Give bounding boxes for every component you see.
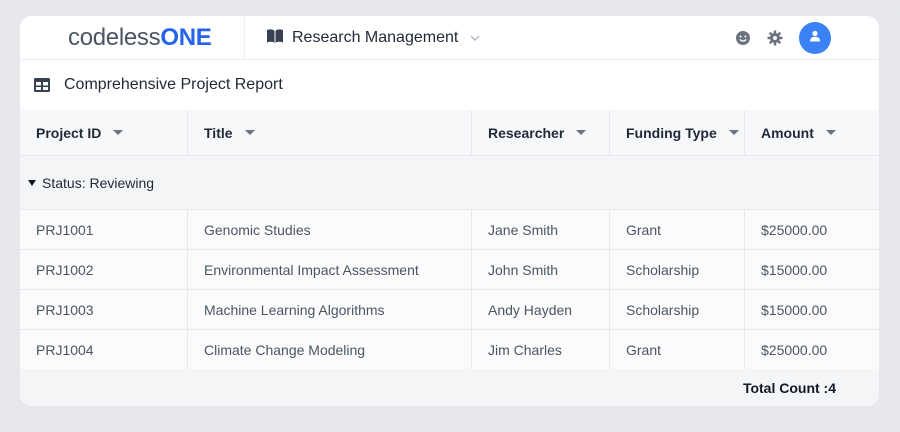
column-header-project-id[interactable]: Project ID — [20, 110, 188, 155]
cell-title: Genomic Studies — [188, 210, 472, 249]
emoji-icon[interactable] — [734, 29, 752, 47]
total-count: Total Count :4 — [742, 380, 836, 396]
cell-title: Environmental Impact Assessment — [188, 250, 472, 289]
logo-text-part1: codeless — [68, 24, 161, 51]
column-label: Amount — [761, 124, 814, 141]
report-title: Comprehensive Project Report — [64, 76, 283, 93]
cell-project-id: PRJ1002 — [20, 250, 188, 289]
table-row[interactable]: PRJ1001 Genomic Studies Jane Smith Grant… — [20, 210, 879, 250]
user-avatar[interactable] — [799, 22, 831, 54]
sort-caret-icon — [728, 130, 739, 135]
cell-researcher: Jane Smith — [472, 210, 610, 249]
column-label: Project ID — [36, 124, 102, 141]
column-label: Funding Type — [626, 124, 717, 141]
column-header-researcher[interactable]: Researcher — [472, 110, 610, 155]
table-icon — [34, 78, 50, 97]
app-name: Research Management — [292, 29, 459, 46]
app-card: codelessONE Research Management Comprehe… — [20, 16, 879, 406]
logo-text-part2: ONE — [160, 24, 212, 51]
table-header-row: Project ID Title Researcher Funding Type… — [20, 110, 879, 156]
cell-project-id: PRJ1004 — [20, 330, 188, 369]
table-row[interactable]: PRJ1003 Machine Learning Algorithms Andy… — [20, 290, 879, 330]
cell-funding-type: Scholarship — [610, 290, 745, 329]
sort-caret-icon — [576, 130, 587, 135]
cell-researcher: Andy Hayden — [472, 290, 610, 329]
book-icon — [266, 28, 284, 49]
column-label: Researcher — [488, 124, 565, 141]
column-header-funding-type[interactable]: Funding Type — [610, 110, 745, 155]
cell-researcher: John Smith — [472, 250, 610, 289]
sort-caret-icon — [244, 130, 255, 135]
report-header: Comprehensive Project Report — [20, 60, 879, 110]
table-footer: Total Count :4 — [20, 369, 879, 406]
cell-researcher: Jim Charles — [472, 330, 610, 369]
header-divider — [244, 16, 245, 60]
cell-funding-type: Grant — [610, 210, 745, 249]
gear-icon[interactable] — [766, 29, 784, 47]
cell-project-id: PRJ1003 — [20, 290, 188, 329]
table-row[interactable]: PRJ1002 Environmental Impact Assessment … — [20, 250, 879, 290]
cell-project-id: PRJ1001 — [20, 210, 188, 249]
collapse-triangle-icon — [28, 179, 36, 186]
column-label: Title — [204, 124, 233, 141]
app-switcher[interactable]: Research Management — [266, 26, 480, 50]
window-frame: codelessONE Research Management Comprehe… — [0, 0, 900, 432]
cell-amount: $25000.00 — [761, 221, 828, 238]
cell-title: Machine Learning Algorithms — [188, 290, 472, 329]
cell-amount: $15000.00 — [761, 261, 828, 278]
top-bar: codelessONE Research Management — [20, 16, 879, 60]
report-table: Project ID Title Researcher Funding Type… — [20, 110, 879, 370]
group-row-status[interactable]: Status: Reviewing — [20, 156, 879, 210]
sort-caret-icon — [825, 130, 836, 135]
chevron-down-icon — [470, 32, 480, 44]
cell-funding-type: Grant — [610, 330, 745, 369]
column-header-title[interactable]: Title — [188, 110, 472, 155]
column-header-amount[interactable]: Amount — [745, 110, 879, 155]
user-icon — [809, 29, 821, 47]
cell-funding-type: Scholarship — [610, 250, 745, 289]
logo[interactable]: codelessONE — [68, 24, 212, 52]
cell-title: Climate Change Modeling — [188, 330, 472, 369]
group-label: Status: Reviewing — [42, 174, 155, 191]
sort-caret-icon — [113, 130, 124, 135]
table-row[interactable]: PRJ1004 Climate Change Modeling Jim Char… — [20, 330, 879, 370]
cell-amount: $15000.00 — [761, 301, 828, 318]
cell-amount: $25000.00 — [761, 341, 828, 358]
